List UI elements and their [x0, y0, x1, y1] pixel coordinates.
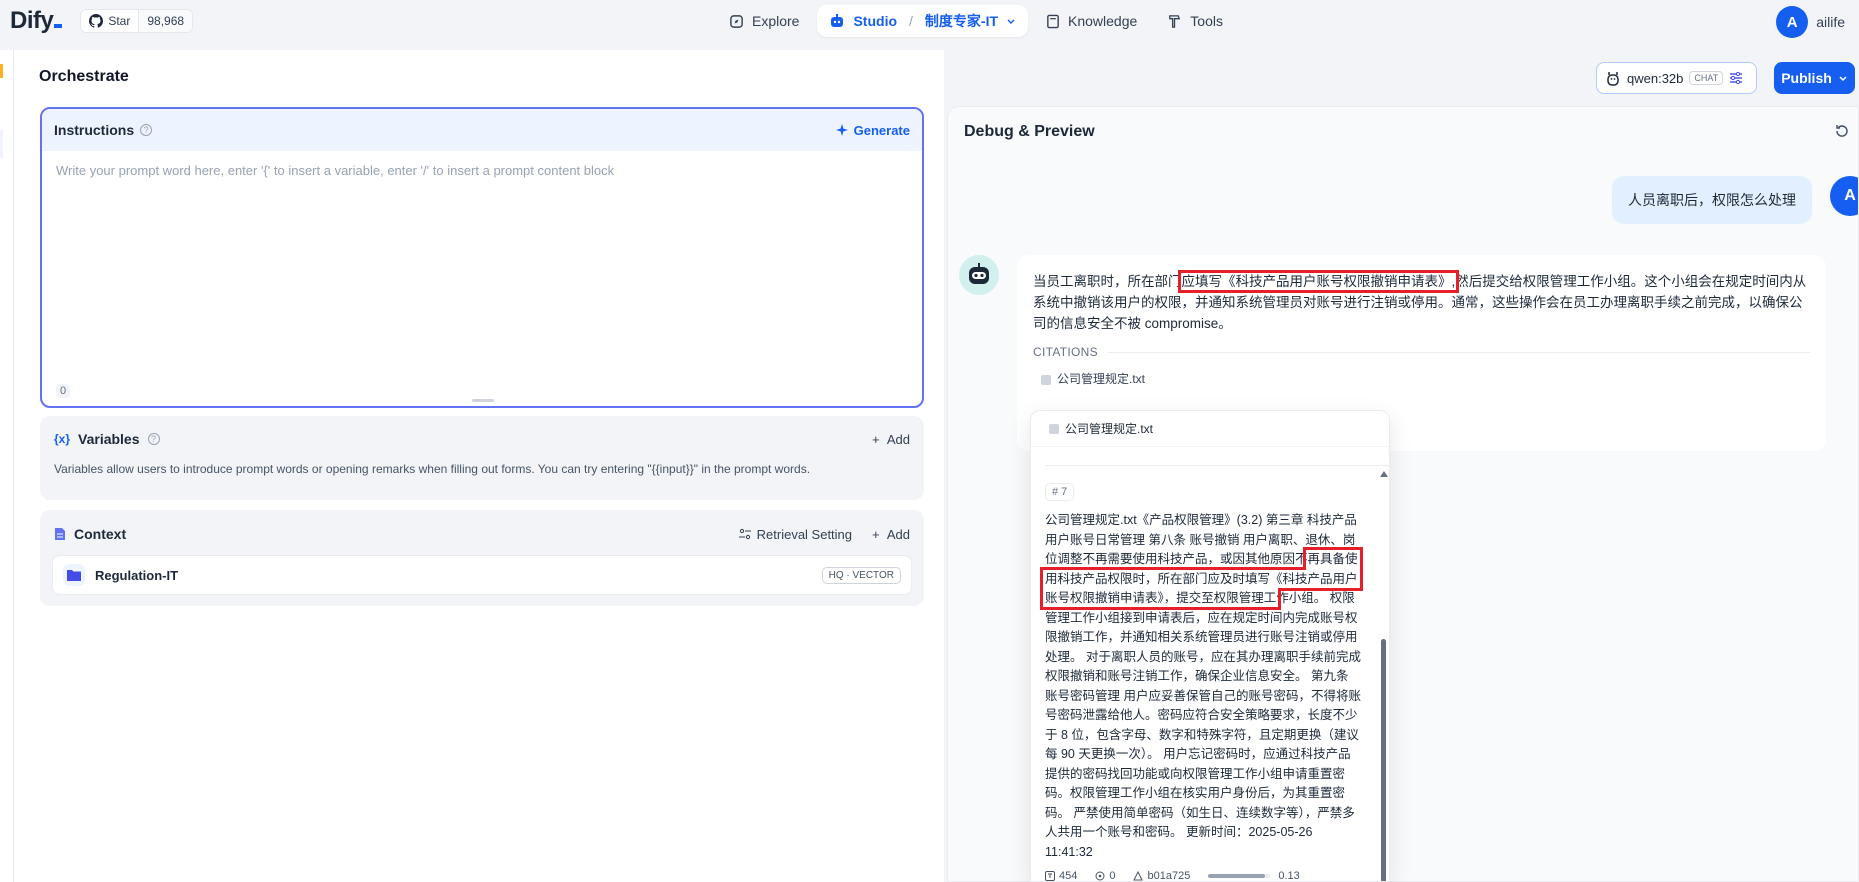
- main-nav: Explore Studio / 制度专家-IT Knowledge Tools: [717, 5, 1235, 37]
- model-mode-tag: CHAT: [1689, 71, 1724, 85]
- avatar: A: [1776, 6, 1809, 38]
- segment-meta: 454 0 b01a725 0.13: [1045, 870, 1375, 881]
- left-sidebar: [0, 50, 14, 882]
- user-message: 人员离职后，权限怎么处理: [1612, 176, 1812, 224]
- instructions-editor[interactable]: Instructions ? Generate Write your promp…: [40, 107, 924, 408]
- model-name: qwen:32b: [1627, 70, 1684, 86]
- compass-icon: [730, 14, 743, 28]
- instructions-title: Instructions: [54, 122, 135, 138]
- variables-description: Variables allow users to introduce promp…: [54, 462, 811, 476]
- publish-button[interactable]: Publish: [1774, 62, 1855, 94]
- robot-face-icon: [969, 263, 989, 284]
- scroll-up-icon[interactable]: [1380, 471, 1388, 477]
- score-bar: [1208, 874, 1271, 878]
- retrieval-setting-button[interactable]: Retrieval Setting: [738, 527, 852, 542]
- dify-logo[interactable]: Dify: [10, 7, 63, 35]
- vector-hash: b01a725: [1133, 870, 1190, 881]
- add-variable-button[interactable]: + Add: [872, 432, 910, 447]
- top-nav: Dify Star 98,968 Explore Studio / 制度专家-I…: [0, 0, 1859, 42]
- resize-handle[interactable]: [472, 399, 494, 402]
- nav-studio[interactable]: Studio / 制度专家-IT: [817, 5, 1029, 37]
- txt-file-icon: [1041, 374, 1051, 385]
- index-badge: HQ · VECTOR: [821, 566, 901, 584]
- nav-explore[interactable]: Explore: [717, 5, 811, 37]
- citations-header: CITATIONS: [1033, 342, 1810, 363]
- segment-tag: # 7: [1045, 483, 1075, 501]
- nav-knowledge[interactable]: Knowledge: [1034, 5, 1149, 37]
- char-count: 0: [56, 384, 71, 398]
- refresh-icon[interactable]: [1834, 123, 1850, 139]
- knowledge-name: Regulation-IT: [95, 567, 179, 583]
- help-icon[interactable]: ?: [147, 433, 160, 445]
- knowledge-item[interactable]: Regulation-IT HQ · VECTOR: [52, 555, 912, 595]
- debug-title: Debug & Preview: [964, 123, 1095, 140]
- target-icon: [1095, 871, 1105, 881]
- star-label: Star: [108, 14, 131, 28]
- user-name: ailife: [1816, 14, 1845, 30]
- settings-sliders-icon: [738, 528, 751, 540]
- book-icon: [1047, 14, 1059, 28]
- chevron-down-icon: [1007, 19, 1015, 24]
- segment-content: 公司管理规定.txt《产品权限管理》(3.2) 第三章 科技产品用户账号日常管理…: [1040, 513, 1363, 859]
- citation-popup: 公司管理规定.txt # 7 公司管理规定.txt《产品权限管理》(3.2) 第…: [1030, 410, 1390, 882]
- nav-tools[interactable]: Tools: [1155, 5, 1235, 37]
- variables-section: {x} Variables ? + Add Variables allow us…: [40, 416, 924, 500]
- popup-scrollbar[interactable]: [1380, 471, 1388, 881]
- hit-count: 0: [1095, 870, 1115, 881]
- text-icon: [1045, 871, 1055, 881]
- score: 0.13: [1208, 870, 1300, 881]
- sparkle-icon: [835, 124, 848, 136]
- github-icon: [89, 14, 104, 28]
- star-count: 98,968: [138, 10, 193, 32]
- word-count: 454: [1045, 870, 1077, 881]
- answer-text: 当员工离职时，所在部门应填写《科技产品用户账号权限撤销申请表》,然后提交给权限管…: [1033, 270, 1807, 331]
- page-title: Orchestrate: [39, 68, 129, 85]
- help-icon[interactable]: ?: [140, 124, 153, 136]
- answer-highlight: 应填写《科技产品用户账号权限撤销申请表》,: [1177, 270, 1460, 293]
- orchestrate-panel: Orchestrate Instructions ? Generate Writ…: [14, 50, 944, 882]
- model-selector[interactable]: qwen:32b CHAT: [1596, 62, 1757, 94]
- instructions-input[interactable]: Write your prompt word here, enter '{' t…: [42, 151, 922, 190]
- document-icon: [55, 528, 65, 540]
- user-avatar: A: [1830, 176, 1858, 216]
- graph-icon: [1133, 871, 1144, 881]
- variable-icon: {x}: [54, 432, 71, 446]
- generate-button[interactable]: Generate: [835, 123, 910, 138]
- scroll-thumb[interactable]: [1381, 639, 1386, 881]
- hammer-icon: [1169, 14, 1181, 28]
- folder-icon: [63, 564, 85, 586]
- app-name[interactable]: 制度专家-IT: [925, 11, 998, 31]
- settings-sliders-icon[interactable]: [1729, 71, 1743, 85]
- context-section: Context Retrieval Setting + Add Regulati…: [40, 510, 924, 606]
- robot-icon: [831, 14, 844, 27]
- citation-item[interactable]: 公司管理规定.txt: [1041, 369, 1810, 390]
- llama-icon: [1607, 72, 1619, 86]
- user-menu[interactable]: A ailife: [1776, 6, 1845, 38]
- github-star-button[interactable]: Star 98,968: [80, 9, 194, 33]
- add-context-button[interactable]: + Add: [872, 527, 910, 542]
- popup-file-name: 公司管理规定.txt: [1065, 422, 1154, 436]
- chevron-down-icon: [1839, 76, 1847, 82]
- txt-file-icon: [1049, 423, 1059, 434]
- bot-avatar: [959, 255, 999, 295]
